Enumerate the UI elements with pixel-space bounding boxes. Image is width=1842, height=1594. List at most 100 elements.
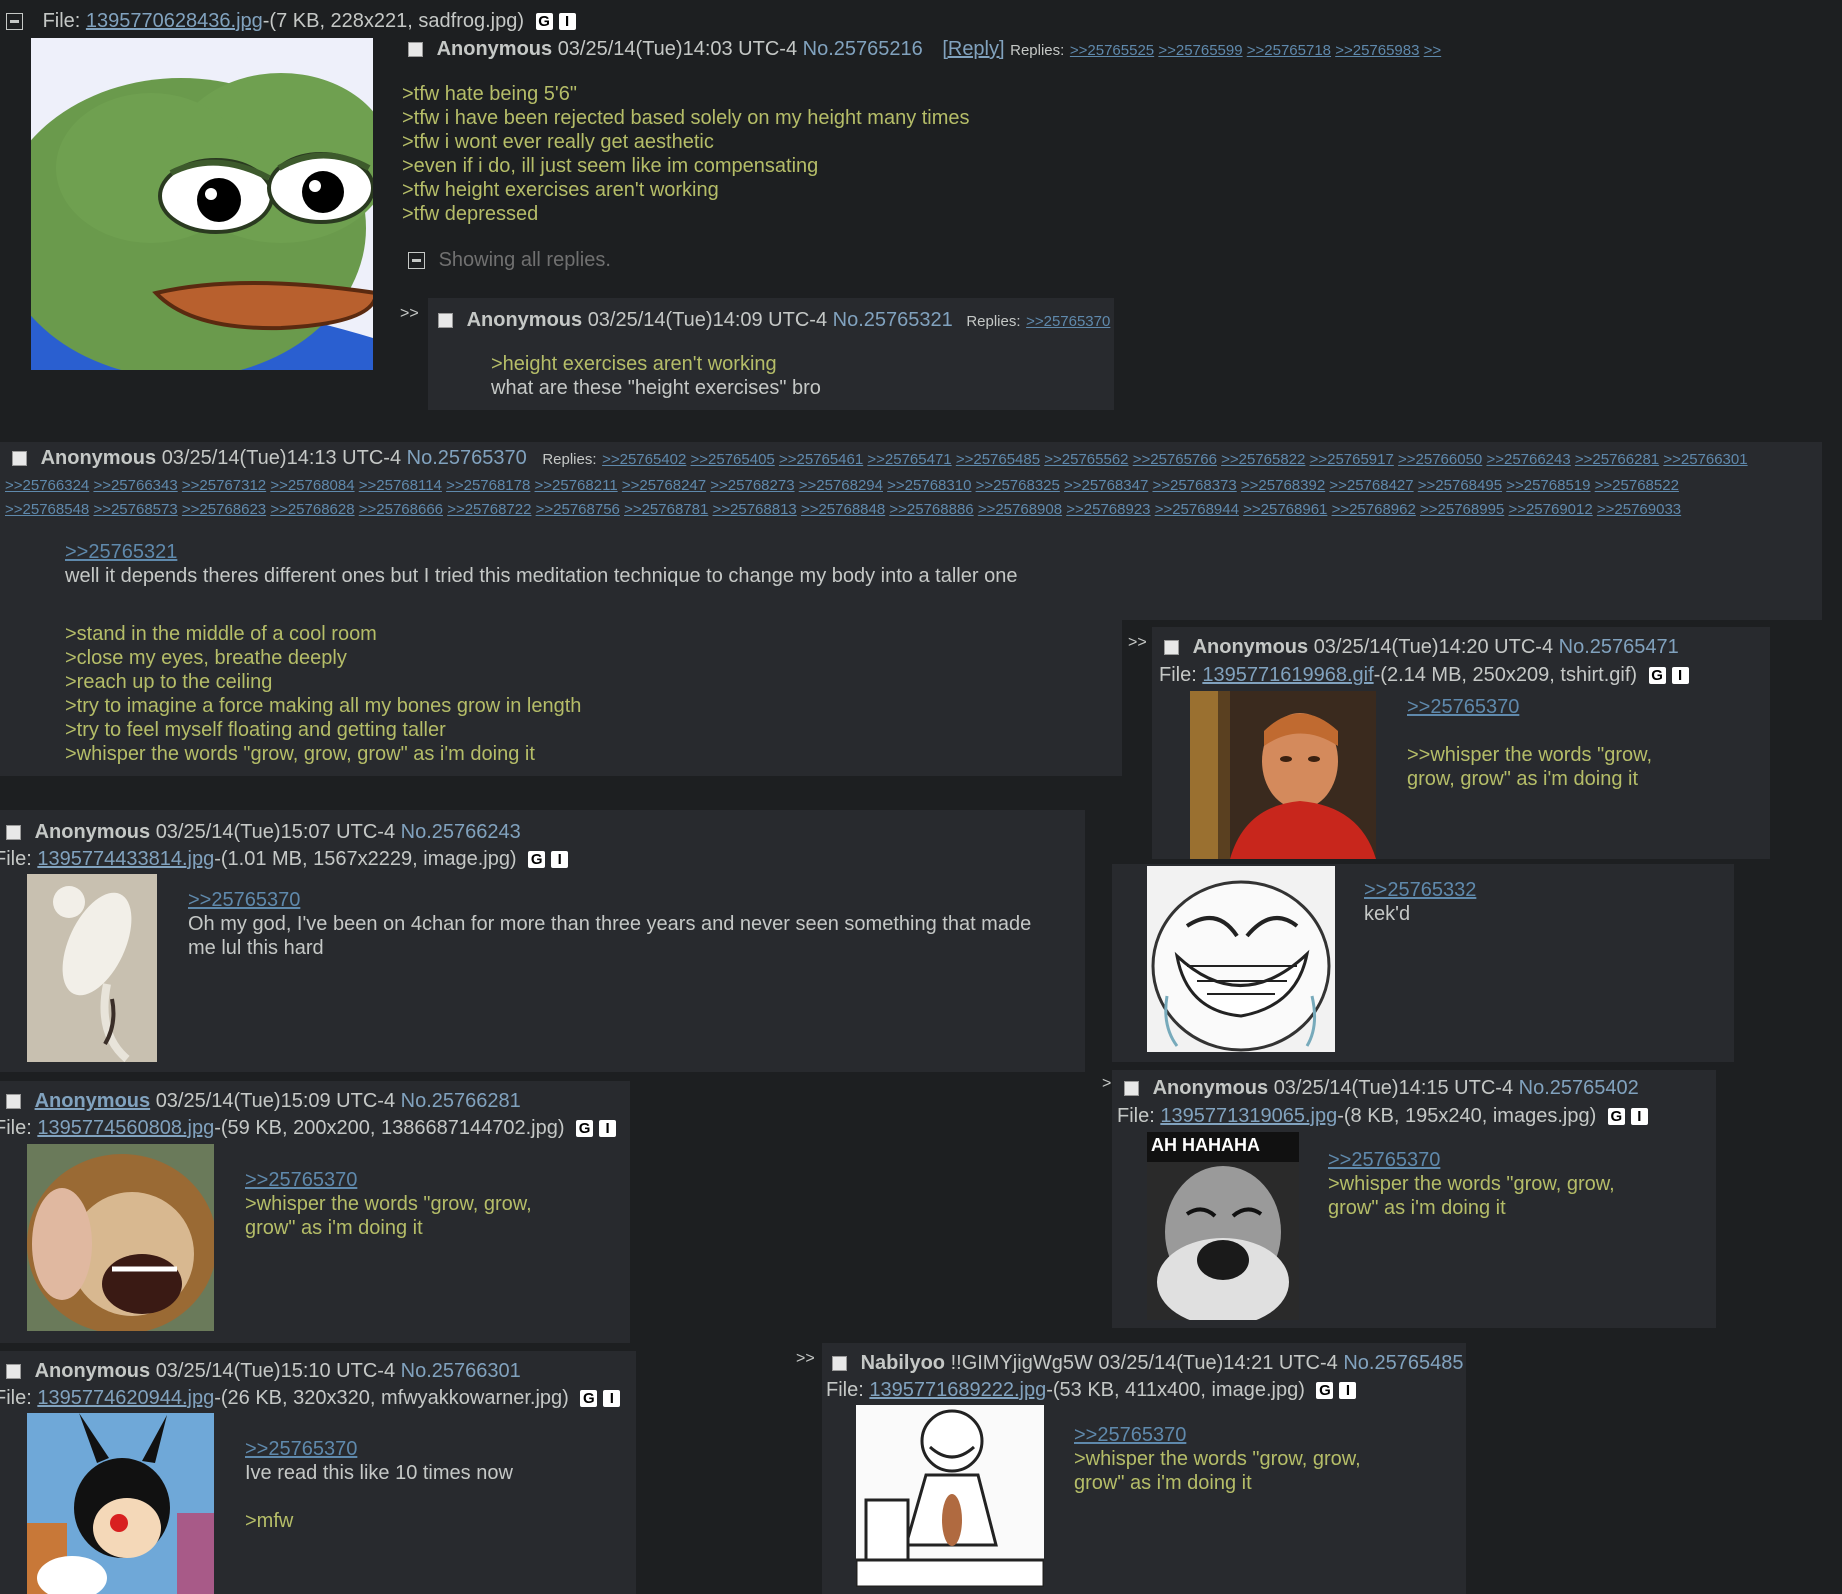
file-link[interactable]: 1395774560808.jpg [37,1117,214,1139]
iqdb-search-icon[interactable]: I [603,1390,621,1408]
backlink[interactable]: >>25765485 [956,451,1040,468]
backlink[interactable]: >>25768519 [1506,477,1590,494]
backlink[interactable]: >>25765917 [1310,451,1394,468]
backlink[interactable]: >>25765370 [1026,313,1110,330]
post-number[interactable]: No.25766301 [401,1360,521,1382]
google-search-icon[interactable]: G [528,851,546,869]
post-checkbox[interactable] [438,313,453,329]
quotelink[interactable]: >>25765370 [245,1168,532,1192]
thumbnail-lion[interactable] [27,1144,214,1331]
backlink[interactable]: >>25768573 [93,501,177,518]
backlink[interactable]: >>25768211 [535,477,618,494]
post-number[interactable]: No.25766281 [401,1090,521,1112]
backlink[interactable]: >>25766301 [1663,451,1747,468]
backlink[interactable]: >>25766050 [1398,451,1482,468]
backlink[interactable]: >>25766324 [5,477,89,494]
collapse-replies-icon[interactable] [408,252,425,270]
backlink[interactable]: >>25766281 [1575,451,1659,468]
backlink[interactable]: >>25765405 [691,451,775,468]
op-thumbnail-sadfrog[interactable] [31,38,373,370]
post-number[interactable]: No.25766243 [401,821,521,843]
backlink[interactable]: >>25768392 [1241,477,1325,494]
iqdb-search-icon[interactable]: I [1339,1382,1357,1400]
google-search-icon[interactable]: G [1316,1382,1334,1400]
backlink[interactable]: >>25765562 [1044,451,1128,468]
backlink[interactable]: >>25768666 [359,501,443,518]
backlink[interactable]: >>25769012 [1508,501,1592,518]
quotelink[interactable]: >>25765370 [1074,1423,1361,1447]
backlink[interactable]: >>25768522 [1595,477,1679,494]
backlink[interactable]: >>25768273 [710,477,794,494]
backlink[interactable]: >>25768623 [182,501,266,518]
op-checkbox[interactable] [408,42,423,58]
backlink[interactable]: >>25765525 [1070,42,1154,59]
backlink[interactable]: >>25768373 [1152,477,1236,494]
post-number[interactable]: No.25765321 [833,309,953,331]
thumbnail-tshirt-gif[interactable] [1190,691,1376,859]
post-checkbox[interactable] [1164,640,1179,656]
post-checkbox[interactable] [6,825,21,841]
file-link[interactable]: 1395771689222.jpg [869,1379,1046,1401]
backlink[interactable]: >>25765402 [602,451,686,468]
post-number[interactable]: No.25765370 [407,447,527,469]
backlink[interactable]: >>25768944 [1155,501,1239,518]
post-checkbox[interactable] [12,451,27,467]
iqdb-search-icon[interactable]: I [551,851,569,869]
quotelink[interactable]: >>25765370 [188,888,1031,912]
post-number[interactable]: No.25765216 [803,38,923,60]
iqdb-search-icon[interactable]: I [558,13,576,31]
backlink[interactable]: >>25768781 [624,501,708,518]
google-search-icon[interactable]: G [1648,667,1666,685]
backlink[interactable]: >>25768310 [887,477,971,494]
backlink[interactable]: >>25768995 [1420,501,1504,518]
backlink[interactable]: >>25769033 [1597,501,1681,518]
quotelink[interactable]: >>25765332 [1364,878,1476,902]
backlink[interactable]: >>25768495 [1418,477,1502,494]
google-search-icon[interactable]: G [580,1390,598,1408]
thumbnail-cat[interactable] [27,874,157,1062]
file-link[interactable]: 1395774620944.jpg [37,1387,214,1409]
backlink[interactable]: >>25768722 [447,501,531,518]
backlink[interactable]: >>25766243 [1486,451,1570,468]
backlink[interactable]: >>25765822 [1221,451,1305,468]
backlink[interactable]: >>25768347 [1064,477,1148,494]
backlink[interactable]: >>25765599 [1158,42,1242,59]
reply-button[interactable]: [Reply] [942,38,1004,60]
thumbnail-trollface-laugh[interactable] [1147,866,1335,1052]
backlink[interactable]: >>25765461 [779,451,863,468]
post-number[interactable]: No.25765485 [1343,1352,1463,1374]
backlink[interactable]: >>25767312 [182,477,266,494]
op-file-link[interactable]: 1395770628436.jpg [86,10,263,32]
post-checkbox[interactable] [6,1094,21,1110]
quotelink[interactable]: >>25765370 [1328,1148,1615,1172]
file-link[interactable]: 1395771319065.jpg [1160,1105,1337,1127]
collapse-toggle-icon[interactable] [6,13,23,31]
google-search-icon[interactable]: G [535,13,553,31]
file-link[interactable]: 1395774433814.jpg [37,848,214,870]
backlink[interactable]: >>25768247 [622,477,706,494]
backlink[interactable]: >>25768548 [5,501,89,518]
backlink[interactable]: >>25768923 [1066,501,1150,518]
backlink[interactable]: >>25765766 [1133,451,1217,468]
file-link[interactable]: 1395771619968.gif [1202,664,1373,686]
post-number[interactable]: No.25765402 [1519,1077,1639,1099]
iqdb-search-icon[interactable]: I [1630,1108,1648,1126]
backlink[interactable]: >>25768848 [801,501,885,518]
backlink[interactable]: >>25768114 [359,477,442,494]
iqdb-search-icon[interactable]: I [1671,667,1689,685]
google-search-icon[interactable]: G [1607,1108,1625,1126]
post-checkbox[interactable] [1124,1081,1139,1097]
quotelink[interactable]: >>25765370 [1407,695,1652,719]
backlink[interactable]: >>25768084 [270,477,354,494]
backlink[interactable]: >>25768961 [1243,501,1327,518]
backlink[interactable]: >>25768813 [713,501,797,518]
thumbnail-laughing-man[interactable]: AH HAHAHA [1147,1132,1299,1320]
post-number[interactable]: No.25765471 [1559,636,1679,658]
backlink[interactable]: >>25768294 [799,477,883,494]
thumbnail-yakko[interactable] [27,1413,214,1594]
quotelink[interactable]: >>25765370 [245,1437,513,1461]
backlink[interactable]: >>25765983 [1335,42,1419,59]
post-checkbox[interactable] [832,1356,847,1372]
backlink[interactable]: >>25765471 [867,451,951,468]
backlink[interactable]: >>25768427 [1329,477,1413,494]
